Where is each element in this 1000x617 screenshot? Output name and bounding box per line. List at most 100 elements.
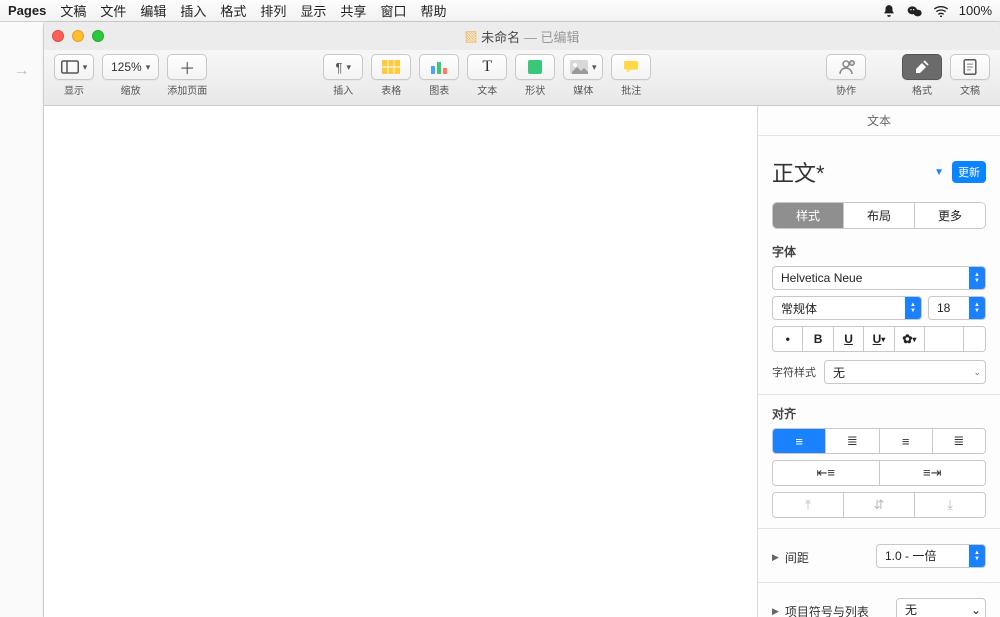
underline-button[interactable]: U — [834, 327, 864, 351]
zoom-label: 缩放 — [121, 82, 141, 97]
font-family-value: Helvetica Neue — [781, 271, 862, 285]
notification-icon[interactable] — [881, 3, 897, 19]
toolbar: ▾ 显示 125%▾ 缩放 ＋ 添加页面 ¶▾ 插入 表格 — [44, 50, 1000, 106]
battery-percent: 100% — [959, 3, 992, 18]
sidebar-strip: → — [0, 22, 44, 617]
doc-icon: ▧ — [465, 30, 478, 45]
tab-layout[interactable]: 布局 — [844, 203, 915, 228]
char-style-label: 字符样式 — [772, 364, 816, 380]
comment-label: 批注 — [621, 82, 641, 97]
disclosure-triangle-icon: ▶ — [772, 606, 779, 617]
view-label: 显示 — [64, 82, 84, 97]
indent-button[interactable]: ≡⇥ — [880, 461, 986, 485]
text-label: 文本 — [477, 82, 497, 97]
collab-label: 协作 — [836, 82, 856, 97]
advanced-options-button[interactable]: ✿▾ — [895, 327, 925, 351]
app-name[interactable]: Pages — [8, 3, 46, 18]
zoom-dropdown[interactable]: 125%▾ — [102, 54, 159, 80]
spacing-disclosure[interactable]: ▶ 间距 — [772, 549, 809, 566]
media-label: 媒体 — [573, 82, 593, 97]
menu-share[interactable]: 共享 — [340, 1, 366, 20]
shape-label: 形状 — [525, 82, 545, 97]
document-inspector-button[interactable] — [950, 54, 990, 80]
comment-button[interactable] — [611, 54, 651, 80]
font-size-select[interactable]: 18 ▲▼ — [928, 296, 986, 320]
format-label: 格式 — [912, 82, 932, 97]
horizontal-align-group: ≡ ≣ ≡ ≣ — [772, 428, 986, 454]
window-titlebar: ▧ 未命名 — 已编辑 — [44, 22, 1000, 50]
bullet-style-button[interactable]: • — [773, 327, 803, 351]
font-style-value: 常规体 — [781, 300, 817, 317]
document-title: ▧ 未命名 — 已编辑 — [44, 27, 1000, 46]
disclosure-triangle-icon: ▶ — [772, 552, 779, 563]
strikethrough-button[interactable]: U▾ — [864, 327, 894, 351]
insert-label: 插入 — [333, 82, 353, 97]
align-left-button[interactable]: ≡ — [773, 429, 826, 453]
menu-edit[interactable]: 编辑 — [140, 1, 166, 20]
font-section-label: 字体 — [772, 243, 986, 260]
inspector-tabs: 样式 布局 更多 — [772, 202, 986, 229]
paragraph-style-dropdown-icon[interactable]: ▼ — [934, 167, 944, 178]
vertical-align-group: ⤒ ⇵ ⤓ — [772, 492, 986, 518]
inspector-title: 文本 — [758, 106, 1000, 136]
indent-group: ⇤≡ ≡⇥ — [772, 460, 986, 486]
format-inspector-button[interactable] — [902, 54, 942, 80]
bullets-label: 项目符号与列表 — [785, 603, 869, 617]
collaborate-button[interactable] — [826, 54, 866, 80]
menu-window[interactable]: 窗口 — [380, 1, 406, 20]
text-color-swatch[interactable] — [925, 327, 964, 351]
doc-status: 已编辑 — [540, 30, 579, 45]
font-style-select[interactable]: 常规体 ▲▼ — [772, 296, 922, 320]
view-button[interactable]: ▾ — [54, 54, 94, 80]
align-right-button[interactable]: ≡ — [880, 429, 933, 453]
doc-name: 未命名 — [481, 30, 520, 45]
bullets-disclosure[interactable]: ▶ 项目符号与列表 — [772, 603, 869, 617]
document-canvas[interactable] — [44, 106, 758, 617]
valign-bottom-button[interactable]: ⤓ — [915, 493, 985, 517]
stepper-icon: ▲▼ — [969, 545, 985, 567]
menu-file[interactable]: 文件 — [100, 1, 126, 20]
color-wheel-button[interactable] — [964, 327, 985, 351]
shape-button[interactable] — [515, 54, 555, 80]
tab-style[interactable]: 样式 — [773, 203, 844, 228]
valign-top-button[interactable]: ⤒ — [773, 493, 844, 517]
addpage-label: 添加页面 — [167, 82, 207, 97]
menu-format[interactable]: 格式 — [220, 1, 246, 20]
char-style-value: 无 — [833, 364, 845, 381]
forward-arrow-icon[interactable]: → — [14, 62, 30, 80]
update-style-button[interactable]: 更新 — [952, 161, 986, 183]
align-center-button[interactable]: ≣ — [826, 429, 879, 453]
menu-insert[interactable]: 插入 — [180, 1, 206, 20]
valign-middle-button[interactable]: ⇵ — [844, 493, 915, 517]
wifi-icon[interactable] — [933, 3, 949, 19]
menu-document[interactable]: 文稿 — [60, 1, 86, 20]
stepper-icon: ▲▼ — [905, 297, 921, 319]
insert-button[interactable]: ¶▾ — [323, 54, 363, 80]
char-style-select[interactable]: 无 ⌄ — [824, 360, 986, 384]
bold-button[interactable]: B — [803, 327, 833, 351]
text-button[interactable]: T — [467, 54, 507, 80]
addpage-button[interactable]: ＋ — [167, 54, 207, 80]
table-label: 表格 — [381, 82, 401, 97]
tab-more[interactable]: 更多 — [915, 203, 985, 228]
system-menubar: Pages 文稿 文件 编辑 插入 格式 排列 显示 共享 窗口 帮助 100% — [0, 0, 1000, 22]
chart-button[interactable] — [419, 54, 459, 80]
spacing-label: 间距 — [785, 549, 809, 566]
font-family-select[interactable]: Helvetica Neue ▲▼ — [772, 266, 986, 290]
table-button[interactable] — [371, 54, 411, 80]
align-section-label: 对齐 — [772, 405, 986, 422]
menu-help[interactable]: 帮助 — [420, 1, 446, 20]
bullets-select[interactable]: 无 ⌄ — [896, 598, 986, 617]
menu-view[interactable]: 显示 — [300, 1, 326, 20]
paragraph-style-name[interactable]: 正文* — [772, 156, 825, 188]
font-size-value: 18 — [937, 301, 950, 315]
outdent-button[interactable]: ⇤≡ — [773, 461, 880, 485]
media-button[interactable]: ▾ — [563, 54, 603, 80]
spacing-select[interactable]: 1.0 - 一倍 ▲▼ — [876, 544, 986, 568]
menu-arrange[interactable]: 排列 — [260, 1, 286, 20]
spacing-value: 1.0 - 一倍 — [885, 547, 936, 564]
chart-label: 图表 — [429, 82, 449, 97]
wechat-icon[interactable] — [907, 3, 923, 19]
align-justify-button[interactable]: ≣ — [933, 429, 985, 453]
stepper-icon: ▲▼ — [969, 267, 985, 289]
